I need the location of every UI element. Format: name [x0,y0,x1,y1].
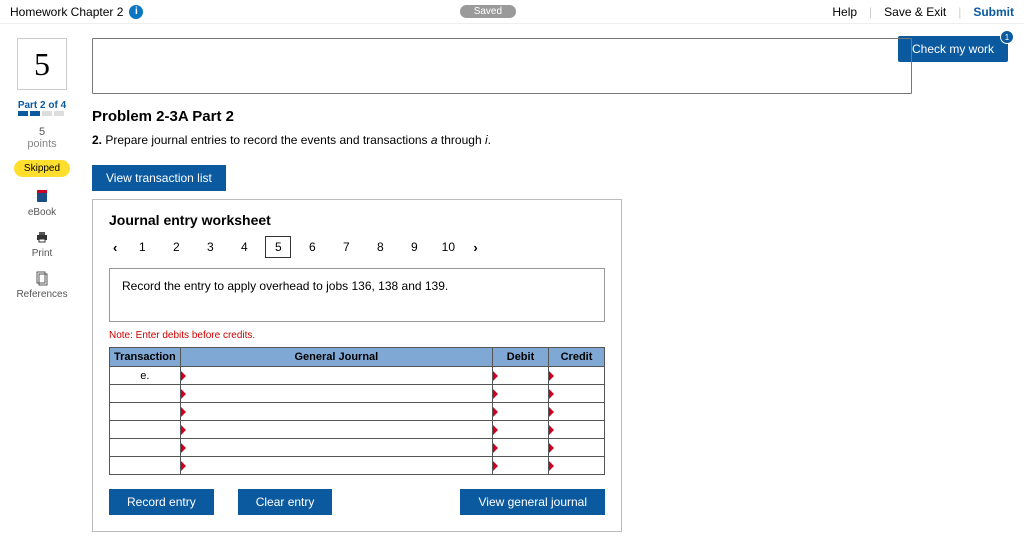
cell-credit[interactable] [549,385,605,403]
cell-credit[interactable] [549,367,605,385]
printer-icon [33,228,51,246]
cell-debit[interactable] [493,367,549,385]
cell-general-journal[interactable] [180,367,492,385]
step-navigator: ‹ 123456789 10 › [109,236,605,258]
next-step-arrow[interactable]: › [469,240,481,255]
cell-transaction[interactable] [110,439,181,457]
cell-debit[interactable] [493,385,549,403]
submit-link[interactable]: Submit [973,5,1014,19]
record-entry-button[interactable]: Record entry [109,489,214,515]
step-8[interactable]: 8 [367,236,393,258]
cell-general-journal[interactable] [180,403,492,421]
journal-table: Transaction General Journal Debit Credit… [109,347,605,475]
clear-entry-button[interactable]: Clear entry [238,489,333,515]
step-10[interactable]: 10 [435,236,461,258]
cell-credit[interactable] [549,457,605,475]
step-7[interactable]: 7 [333,236,359,258]
view-general-journal-button[interactable]: View general journal [460,489,605,515]
col-debit: Debit [493,348,549,367]
cell-general-journal[interactable] [180,457,492,475]
help-link[interactable]: Help [832,5,857,19]
problem-title: Problem 2-3A Part 2 [92,108,1014,125]
table-row [110,457,605,475]
question-number: 5 [17,38,67,90]
top-bar: Homework Chapter 2 i Saved Help | Save &… [0,0,1024,24]
table-row: e. [110,367,605,385]
cell-transaction[interactable] [110,457,181,475]
save-exit-link[interactable]: Save & Exit [884,5,946,19]
references-label: References [16,289,67,300]
points: 5 points [10,126,74,150]
table-row [110,421,605,439]
answer-area[interactable] [92,38,912,94]
journal-entry-worksheet: Journal entry worksheet ‹ 123456789 10 › R… [92,199,622,532]
cell-general-journal[interactable] [180,385,492,403]
table-row [110,439,605,457]
cell-debit[interactable] [493,421,549,439]
table-row [110,403,605,421]
info-icon[interactable]: i [129,5,143,19]
ebook-label: eBook [28,207,56,218]
main-content: Problem 2-3A Part 2 2. Prepare journal e… [92,38,1014,532]
col-transaction: Transaction [110,348,181,367]
cell-credit[interactable] [549,439,605,457]
ebook-tool[interactable]: eBook [20,187,64,218]
cell-debit[interactable] [493,403,549,421]
step-6[interactable]: 6 [299,236,325,258]
worksheet-title: Journal entry worksheet [109,212,605,228]
step-4[interactable]: 4 [231,236,257,258]
entry-note: Note: Enter debits before credits. [109,330,605,341]
document-icon [33,269,51,287]
skipped-badge: Skipped [14,160,70,177]
saved-indicator: Saved [460,5,516,18]
cell-transaction[interactable] [110,421,181,439]
cell-debit[interactable] [493,439,549,457]
divider: | [958,5,961,19]
references-tool[interactable]: References [20,269,64,300]
view-transaction-list-button[interactable]: View transaction list [92,165,226,191]
cell-transaction[interactable]: e. [110,367,181,385]
cell-debit[interactable] [493,457,549,475]
cell-general-journal[interactable] [180,439,492,457]
print-label: Print [32,248,53,259]
part-label: Part 2 of 4 [18,100,66,111]
step-2[interactable]: 2 [163,236,189,258]
step-1[interactable]: 1 [129,236,155,258]
book-icon [33,187,51,205]
cell-credit[interactable] [549,403,605,421]
divider: | [869,5,872,19]
points-label: points [27,138,56,150]
step-9[interactable]: 9 [401,236,427,258]
points-value: 5 [39,126,45,138]
table-row [110,385,605,403]
col-general-journal: General Journal [180,348,492,367]
prev-step-arrow[interactable]: ‹ [109,240,121,255]
cell-transaction[interactable] [110,385,181,403]
step-3[interactable]: 3 [197,236,223,258]
cell-general-journal[interactable] [180,421,492,439]
print-tool[interactable]: Print [20,228,64,259]
cell-transaction[interactable] [110,403,181,421]
part-progress [18,111,64,116]
col-credit: Credit [549,348,605,367]
step-5[interactable]: 5 [265,236,291,258]
cell-credit[interactable] [549,421,605,439]
assignment-title: Homework Chapter 2 [10,5,123,19]
problem-instruction: 2. Prepare journal entries to record the… [92,133,1014,147]
entry-prompt: Record the entry to apply overhead to jo… [109,268,605,322]
left-sidebar: 5 Part 2 of 4 5 points Skipped eBook Pri… [10,38,74,532]
